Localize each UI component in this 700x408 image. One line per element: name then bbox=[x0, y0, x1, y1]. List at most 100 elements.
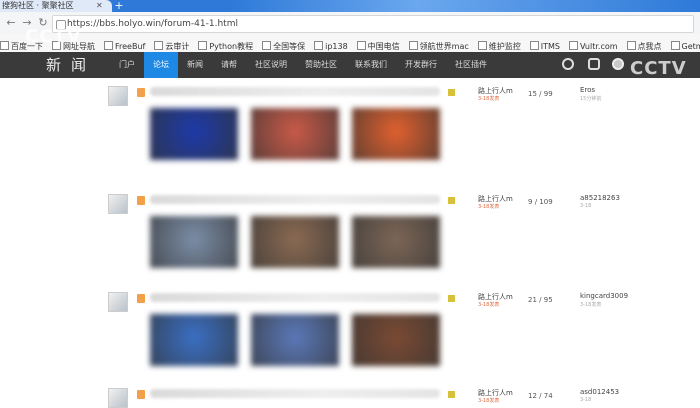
bookmark-label: 维护监控 bbox=[488, 42, 521, 51]
thread-thumbnail[interactable] bbox=[352, 108, 440, 160]
reply-count: 15 bbox=[528, 90, 537, 98]
thread-thumbnail[interactable] bbox=[352, 314, 440, 366]
view-count: 99 bbox=[543, 90, 553, 98]
bookmark-item[interactable]: Vultr.com bbox=[569, 38, 618, 52]
author-avatar[interactable] bbox=[108, 388, 128, 408]
nav-link[interactable]: 社区说明 bbox=[246, 52, 296, 78]
attachment-icon bbox=[448, 295, 455, 302]
last-reply-time: 3-18发表 bbox=[580, 302, 602, 308]
new-tab-icon[interactable]: + bbox=[112, 0, 126, 12]
bookmark-icon bbox=[356, 41, 366, 50]
last-reply-user[interactable]: kingcard3009 bbox=[580, 292, 628, 300]
bookmark-label: 全国等保 bbox=[273, 42, 306, 51]
bookmark-icon bbox=[408, 41, 418, 50]
bookmark-item[interactable]: FreeBuf bbox=[104, 38, 146, 52]
bookmark-item[interactable]: ip138 bbox=[314, 38, 348, 52]
thread-post-date: 3-18发表 bbox=[478, 398, 500, 404]
author-avatar[interactable] bbox=[108, 194, 128, 214]
thread-thumbnail[interactable] bbox=[150, 216, 238, 268]
nav-link[interactable]: 请帮 bbox=[212, 52, 246, 78]
nav-link[interactable]: 论坛 bbox=[144, 52, 178, 78]
bookmark-icon bbox=[670, 41, 680, 50]
thread-title-blurred[interactable] bbox=[150, 389, 440, 398]
bookmark-item[interactable]: 中国电信 bbox=[356, 38, 400, 52]
bookmark-item[interactable]: Python教程 bbox=[198, 38, 253, 52]
url-text: https://bbs.holyo.win/forum-41-1.html bbox=[67, 19, 238, 29]
thread-title-blurred[interactable] bbox=[150, 195, 440, 204]
bookmark-item[interactable]: 云审计 bbox=[154, 38, 190, 52]
thread-title-blurred[interactable] bbox=[150, 293, 440, 302]
thread-type-icon bbox=[137, 88, 145, 97]
site-logo[interactable]: 新闻 bbox=[46, 52, 96, 78]
stats-separator: / bbox=[536, 392, 544, 400]
tab-strip-background bbox=[230, 0, 700, 12]
thread-thumbnail[interactable] bbox=[251, 216, 339, 268]
bookmark-label: 中国电信 bbox=[367, 42, 400, 51]
bookmark-item[interactable]: 领航世界mac bbox=[408, 38, 469, 52]
thread-stats: 21 / 95 bbox=[528, 296, 553, 304]
thread-stats: 15 / 99 bbox=[528, 90, 553, 98]
bookmark-item[interactable]: 全国等保 bbox=[262, 38, 306, 52]
bookmark-item[interactable]: ITMS bbox=[529, 38, 560, 52]
nav-link[interactable]: 社区插件 bbox=[446, 52, 496, 78]
bookmark-icon bbox=[314, 41, 324, 50]
bookmark-icon bbox=[477, 41, 487, 50]
nav-link[interactable]: 联系我们 bbox=[346, 52, 396, 78]
nav-link[interactable]: 开发群行 bbox=[396, 52, 446, 78]
last-reply-user[interactable]: Eros bbox=[580, 86, 595, 94]
message-icon[interactable] bbox=[588, 58, 600, 70]
thread-stats: 9 / 109 bbox=[528, 198, 553, 206]
bookmark-label: Vultr.com bbox=[580, 42, 618, 51]
last-reply-time: 15分钟前 bbox=[580, 96, 602, 102]
nav-link[interactable]: 门户 bbox=[110, 52, 144, 78]
view-count: 109 bbox=[539, 198, 553, 206]
thread-thumbnail[interactable] bbox=[251, 314, 339, 366]
bookmark-label: FreeBuf bbox=[115, 42, 146, 51]
attachment-icon bbox=[448, 391, 455, 398]
bookmark-item[interactable]: Getman bbox=[670, 38, 700, 52]
thread-thumbnail[interactable] bbox=[150, 108, 238, 160]
nav-link[interactable]: 新闻 bbox=[178, 52, 212, 78]
url-input[interactable]: https://bbs.holyo.win/forum-41-1.html bbox=[52, 15, 694, 33]
bookmark-label: 领航世界mac bbox=[419, 42, 469, 51]
settings-icon[interactable] bbox=[562, 58, 574, 70]
thread-type-icon bbox=[137, 196, 145, 205]
bookmark-label: 点我点 bbox=[637, 42, 662, 51]
nav-links: 门户 论坛 新闻 请帮 社区说明 赞助社区 联系我们 开发群行 社区插件 bbox=[110, 52, 496, 78]
site-navigation: 新闻 门户 论坛 新闻 请帮 社区说明 赞助社区 联系我们 开发群行 社区插件 bbox=[0, 52, 700, 78]
thread-title-blurred[interactable] bbox=[150, 87, 440, 96]
bookmark-icon bbox=[626, 41, 636, 50]
attachment-icon bbox=[448, 197, 455, 204]
thread-thumbnail[interactable] bbox=[150, 314, 238, 366]
bookmark-label: 云审计 bbox=[165, 42, 190, 51]
thread-thumbnail[interactable] bbox=[352, 216, 440, 268]
bookmark-icon bbox=[529, 41, 539, 50]
last-reply-user[interactable]: a85218263 bbox=[580, 194, 620, 202]
thread-thumbnail[interactable] bbox=[251, 108, 339, 160]
bookmark-item[interactable]: 点我点 bbox=[626, 38, 662, 52]
user-avatar-icon[interactable] bbox=[612, 58, 624, 70]
thread-stats: 12 / 74 bbox=[528, 392, 553, 400]
stats-separator: / bbox=[536, 296, 544, 304]
tab-close-icon[interactable]: ✕ bbox=[96, 0, 103, 12]
thread-post-date: 3-18发表 bbox=[478, 96, 500, 102]
last-reply-user[interactable]: asd012453 bbox=[580, 388, 619, 396]
back-icon[interactable]: ← bbox=[4, 15, 18, 31]
thread-post-date: 3-18发表 bbox=[478, 204, 500, 210]
nav-link[interactable]: 赞助社区 bbox=[296, 52, 346, 78]
bookmark-label: Getman bbox=[681, 42, 700, 51]
reply-count: 21 bbox=[528, 296, 537, 304]
bookmark-icon bbox=[154, 41, 164, 50]
author-avatar[interactable] bbox=[108, 86, 128, 106]
bookmark-icon bbox=[104, 41, 113, 50]
author-avatar[interactable] bbox=[108, 292, 128, 312]
tab-title: 搜狗社区 · 聚聚社区 bbox=[2, 1, 74, 10]
last-reply-time: 3-18 bbox=[580, 397, 592, 403]
view-count: 74 bbox=[543, 392, 553, 400]
browser-tab[interactable]: 搜狗社区 · 聚聚社区 ✕ bbox=[0, 0, 112, 12]
browser-tab-strip: 搜狗社区 · 聚聚社区 ✕ + bbox=[0, 0, 700, 12]
bookmark-item[interactable]: 维护监控 bbox=[477, 38, 521, 52]
address-bar: ← → ↻ https://bbs.holyo.win/forum-41-1.h… bbox=[0, 12, 700, 35]
thread-post-date: 3-18发表 bbox=[478, 302, 500, 308]
bookmark-icon bbox=[198, 41, 208, 50]
